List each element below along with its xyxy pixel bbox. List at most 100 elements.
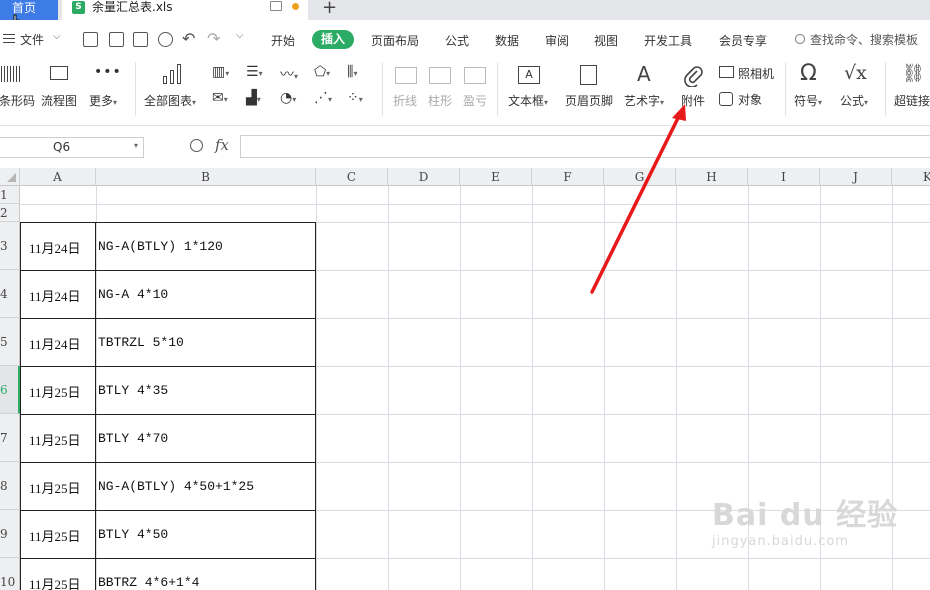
menu-item-formula[interactable]: 公式 <box>445 32 469 49</box>
sparkline-winloss-icon <box>464 67 486 84</box>
flowchart-icon <box>50 66 68 80</box>
name-box-chevron-icon[interactable]: ▾ <box>134 141 138 150</box>
column-header-e[interactable]: E <box>460 168 532 186</box>
column-chart-icon[interactable]: ▥▾ <box>212 64 229 80</box>
menu-item-developer[interactable]: 开发工具 <box>644 32 692 49</box>
cell-a8[interactable]: 11月25日 <box>29 478 81 497</box>
chevron-down-icon[interactable]: ⌵ <box>53 31 61 42</box>
cell-b5[interactable]: TBTRZL 5*10 <box>98 335 184 350</box>
sparkline-column-button[interactable]: 柱形 <box>428 92 452 109</box>
scatter-chart-icon[interactable]: ⋰▾ <box>314 90 332 106</box>
equation-button[interactable]: 公式▾ <box>840 92 868 109</box>
sparkline-winloss-button[interactable]: 盈亏 <box>463 92 487 109</box>
menu-item-data[interactable]: 数据 <box>495 32 519 49</box>
column-header-h[interactable]: H <box>676 168 748 186</box>
row-header-5[interactable]: 5 <box>0 318 20 366</box>
column-header-g[interactable]: G <box>604 168 676 186</box>
cell-b3[interactable]: NG-A(BTLY) 1*120 <box>98 239 223 254</box>
cell-a4[interactable]: 11月24日 <box>29 286 81 305</box>
camera-button[interactable]: 照相机 <box>738 65 774 82</box>
all-charts-button[interactable]: 全部图表▾ <box>144 92 196 109</box>
file-tab[interactable]: S 余量汇总表.xls <box>62 0 308 20</box>
file-menu[interactable]: 文件 <box>20 31 44 48</box>
row-header-2[interactable]: 2 <box>0 204 20 222</box>
cell-a7[interactable]: 11月25日 <box>29 430 81 449</box>
column-header-c[interactable]: C <box>316 168 388 186</box>
monitor-icon[interactable] <box>270 1 282 11</box>
menu-item-page-layout[interactable]: 页面布局 <box>371 32 419 49</box>
wordart-button[interactable]: 艺术字▾ <box>624 92 664 109</box>
menu-item-member[interactable]: 会员专享 <box>719 32 767 49</box>
print-preview-icon[interactable] <box>158 32 173 47</box>
column-header-b[interactable]: B <box>96 168 316 186</box>
object-button[interactable]: 对象 <box>738 91 762 108</box>
combo-chart-icon[interactable]: ▟▾ <box>246 90 261 106</box>
cell-b4[interactable]: NG-A 4*10 <box>98 287 168 302</box>
insert-function-button[interactable]: fx <box>215 136 229 154</box>
column-header-a[interactable]: A <box>20 168 96 186</box>
home-tab[interactable]: 首页 <box>0 0 58 20</box>
command-search-input[interactable]: 查找命令、搜索模板 <box>810 31 918 48</box>
row-header-9[interactable]: 9 <box>0 510 20 558</box>
row-header-1[interactable]: 1 <box>0 186 20 204</box>
menu-item-review[interactable]: 审阅 <box>545 32 569 49</box>
save-icon[interactable] <box>83 32 98 47</box>
row-header-8[interactable]: 8 <box>0 462 20 510</box>
object-icon <box>719 92 733 106</box>
cell-a9[interactable]: 11月25日 <box>29 526 81 545</box>
undo-icon[interactable]: ↶ <box>182 29 195 48</box>
hamburger-menu-icon[interactable] <box>3 34 15 46</box>
cell-b6[interactable]: BTLY 4*35 <box>98 383 168 398</box>
row-header-10[interactable]: 10 <box>0 558 20 590</box>
cell-b7[interactable]: BTLY 4*70 <box>98 431 168 446</box>
pie-chart-icon[interactable]: ◔▾ <box>280 90 296 106</box>
column-header-d[interactable]: D <box>388 168 460 186</box>
column-header-f[interactable]: F <box>532 168 604 186</box>
barcode-button[interactable]: 条形码 <box>0 92 35 109</box>
spreadsheet-file-icon: S <box>72 1 85 14</box>
menu-item-insert[interactable]: 插入 <box>312 30 354 49</box>
redo-icon[interactable]: ↷ <box>207 29 220 48</box>
select-all-corner[interactable] <box>0 168 20 186</box>
cell-b8[interactable]: NG-A(BTLY) 4*50+1*25 <box>98 479 254 494</box>
name-box[interactable]: Q6 <box>0 137 144 158</box>
area-chart-icon[interactable]: ✉▾ <box>212 90 228 106</box>
attachment-button[interactable]: 附件 <box>681 92 705 109</box>
quick-access-chevron-icon[interactable]: ⌵ <box>236 30 244 41</box>
flowchart-button[interactable]: 流程图 <box>41 92 77 109</box>
column-header-i[interactable]: I <box>748 168 820 186</box>
bar-chart-horizontal-icon[interactable]: ☰▾ <box>246 64 263 80</box>
row-header-7[interactable]: 7 <box>0 414 20 462</box>
textbox-button[interactable]: 文本框▾ <box>508 92 548 109</box>
formula-input[interactable] <box>240 135 930 158</box>
column-header-k[interactable]: K <box>892 168 930 186</box>
column-header-j[interactable]: J <box>820 168 892 186</box>
stock-chart-icon[interactable]: ⫼▾ <box>347 64 357 80</box>
export-pdf-icon[interactable] <box>109 32 124 47</box>
menu-item-view[interactable]: 视图 <box>594 32 618 49</box>
cell-b10[interactable]: BBTRZ 4*6+1*4 <box>98 575 199 590</box>
line-chart-icon[interactable]: 〰▾ <box>280 64 298 84</box>
cell-a5[interactable]: 11月24日 <box>29 334 81 353</box>
search-icon <box>795 34 805 44</box>
cell-b9[interactable]: BTLY 4*50 <box>98 527 168 542</box>
baidu-watermark: Bai du 经验 jingyan.baidu.com <box>712 490 898 549</box>
zoom-icon[interactable] <box>190 139 203 152</box>
radar-chart-icon[interactable]: ⬠▾ <box>314 64 330 80</box>
menu-item-start[interactable]: 开始 <box>271 32 295 49</box>
cell-a3[interactable]: 11月24日 <box>29 238 81 257</box>
symbol-button[interactable]: 符号▾ <box>794 92 822 109</box>
cell-a6[interactable]: 11月25日 <box>29 382 81 401</box>
row-header-4[interactable]: 4 <box>0 270 20 318</box>
new-tab-button[interactable]: + <box>322 0 337 18</box>
hyperlink-button[interactable]: 超链接 <box>894 92 930 109</box>
header-footer-button[interactable]: 页眉页脚 <box>565 92 613 109</box>
row-header-6[interactable]: 6 <box>0 366 20 414</box>
sparkline-line-button[interactable]: 折线 <box>393 92 417 109</box>
cell-a10[interactable]: 11月25日 <box>29 574 81 590</box>
row-header-3[interactable]: 3 <box>0 222 20 270</box>
print-icon[interactable] <box>133 32 148 47</box>
equation-icon: √x <box>844 62 867 84</box>
other-chart-icon[interactable]: ⁘▾ <box>347 90 363 106</box>
more-button[interactable]: 更多▾ <box>89 92 117 109</box>
